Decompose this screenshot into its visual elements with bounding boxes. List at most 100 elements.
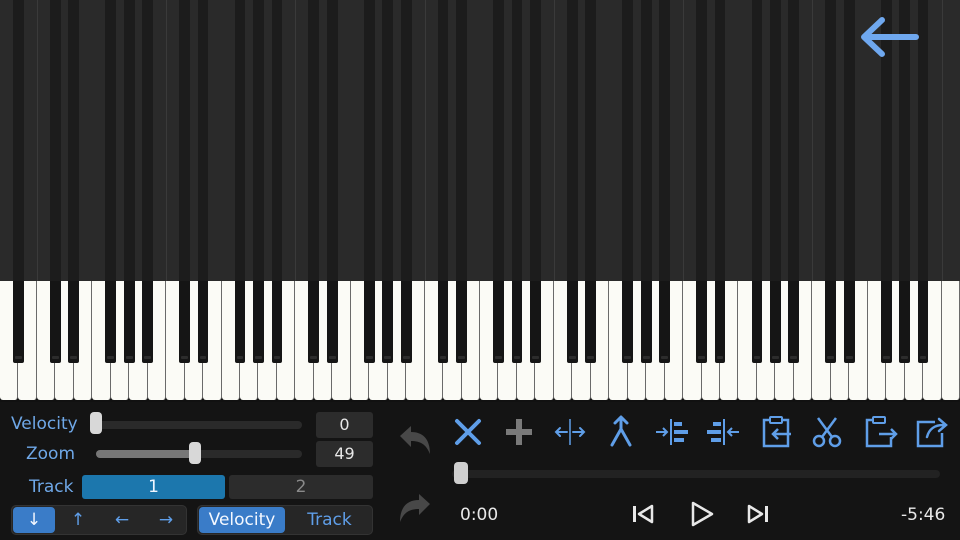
octave-divider bbox=[166, 0, 168, 281]
black-key[interactable] bbox=[640, 281, 652, 363]
paste-button[interactable] bbox=[757, 413, 795, 451]
velocity-value[interactable]: 0 bbox=[316, 412, 373, 438]
paste-icon bbox=[762, 416, 791, 448]
arrow-left-icon[interactable]: ← bbox=[101, 507, 143, 533]
velocity-slider-thumb[interactable] bbox=[90, 412, 102, 434]
black-key[interactable] bbox=[50, 281, 61, 363]
roll-lane bbox=[788, 0, 800, 281]
black-key[interactable] bbox=[400, 281, 412, 363]
roll-lane bbox=[770, 0, 781, 281]
stretch-button[interactable] bbox=[551, 413, 589, 451]
black-key[interactable] bbox=[142, 281, 154, 363]
delete-icon bbox=[455, 419, 481, 445]
black-key[interactable] bbox=[751, 281, 763, 363]
black-key[interactable] bbox=[585, 281, 597, 363]
black-key[interactable] bbox=[271, 281, 283, 363]
black-key[interactable] bbox=[179, 281, 190, 363]
velocity-slider-track[interactable] bbox=[96, 421, 302, 429]
roll-lane bbox=[382, 0, 394, 281]
align-right-icon bbox=[707, 419, 739, 445]
merge-button[interactable] bbox=[602, 413, 640, 451]
arrow-up-icon[interactable]: ↑ bbox=[57, 507, 99, 533]
octave-divider bbox=[812, 0, 814, 281]
current-time: 0:00 bbox=[460, 505, 499, 525]
black-key[interactable] bbox=[234, 281, 246, 363]
roll-lane bbox=[493, 0, 504, 281]
align-right-button[interactable] bbox=[704, 413, 742, 451]
roll-lane bbox=[640, 0, 652, 281]
add-icon bbox=[506, 419, 532, 445]
black-key[interactable] bbox=[825, 281, 837, 363]
black-key[interactable] bbox=[105, 281, 117, 363]
black-key[interactable] bbox=[326, 281, 338, 363]
roll-lane bbox=[68, 0, 80, 281]
black-key[interactable] bbox=[530, 281, 541, 363]
roll-lane bbox=[363, 0, 375, 281]
white-key[interactable] bbox=[941, 281, 960, 400]
black-key[interactable] bbox=[308, 281, 320, 363]
mode-toggle: Velocity Track bbox=[197, 505, 373, 535]
zoom-slider-fill bbox=[96, 450, 196, 458]
track-label: Track bbox=[29, 477, 74, 497]
black-key[interactable] bbox=[788, 281, 800, 363]
black-key[interactable] bbox=[456, 281, 467, 363]
add-button[interactable] bbox=[500, 413, 538, 451]
track-1-button[interactable]: 1 bbox=[82, 475, 225, 499]
black-key[interactable] bbox=[197, 281, 209, 363]
skip-next-button[interactable] bbox=[739, 495, 777, 533]
black-key[interactable] bbox=[13, 281, 24, 363]
play-button[interactable] bbox=[682, 495, 720, 533]
zoom-value[interactable]: 49 bbox=[316, 441, 373, 467]
black-key[interactable] bbox=[68, 281, 80, 363]
roll-lane bbox=[400, 0, 412, 281]
black-key[interactable] bbox=[123, 281, 135, 363]
zoom-slider-thumb[interactable] bbox=[189, 442, 201, 464]
align-left-button[interactable] bbox=[653, 413, 691, 451]
control-panel: Velocity 0 Zoom 49 Track 1 2 ↓ ↑ ← → Vel… bbox=[0, 402, 960, 540]
skip-previous-button[interactable] bbox=[624, 495, 662, 533]
black-key[interactable] bbox=[437, 281, 449, 363]
arrow-down-icon[interactable]: ↓ bbox=[13, 507, 55, 533]
mode-track-button[interactable]: Track bbox=[287, 507, 372, 533]
black-key[interactable] bbox=[917, 281, 929, 363]
piano-roll-grid[interactable] bbox=[0, 0, 960, 281]
black-key[interactable] bbox=[843, 281, 855, 363]
piano-keyboard[interactable] bbox=[0, 281, 960, 402]
roll-lane bbox=[105, 0, 117, 281]
delete-button[interactable] bbox=[449, 413, 487, 451]
black-key[interactable] bbox=[511, 281, 523, 363]
zoom-label: Zoom bbox=[26, 444, 76, 464]
roll-lane bbox=[13, 0, 24, 281]
black-key[interactable] bbox=[253, 281, 264, 363]
black-key[interactable] bbox=[382, 281, 394, 363]
black-key[interactable] bbox=[899, 281, 910, 363]
back-button[interactable] bbox=[856, 14, 922, 60]
track-2-button[interactable]: 2 bbox=[229, 475, 373, 499]
remaining-time: -5:46 bbox=[901, 505, 946, 525]
roll-lane bbox=[659, 0, 670, 281]
black-key[interactable] bbox=[493, 281, 504, 363]
roll-lane bbox=[123, 0, 135, 281]
black-key[interactable] bbox=[363, 281, 375, 363]
align-left-icon bbox=[656, 419, 688, 445]
black-key[interactable] bbox=[566, 281, 578, 363]
black-key[interactable] bbox=[659, 281, 670, 363]
roll-lane bbox=[511, 0, 523, 281]
redo-button[interactable] bbox=[396, 490, 434, 528]
black-key[interactable] bbox=[770, 281, 781, 363]
black-key[interactable] bbox=[696, 281, 707, 363]
octave-divider bbox=[941, 0, 943, 281]
black-key[interactable] bbox=[714, 281, 726, 363]
roll-lane bbox=[941, 0, 960, 281]
arrow-right-icon[interactable]: → bbox=[145, 507, 187, 533]
black-key[interactable] bbox=[622, 281, 634, 363]
progress-thumb[interactable] bbox=[454, 462, 468, 484]
copy-button[interactable] bbox=[861, 413, 899, 451]
roll-lane bbox=[326, 0, 338, 281]
undo-button[interactable] bbox=[396, 422, 434, 460]
cut-button[interactable] bbox=[808, 413, 846, 451]
mode-velocity-button[interactable]: Velocity bbox=[199, 507, 285, 533]
progress-track[interactable] bbox=[452, 470, 940, 478]
black-key[interactable] bbox=[880, 281, 892, 363]
share-button[interactable] bbox=[913, 413, 951, 451]
